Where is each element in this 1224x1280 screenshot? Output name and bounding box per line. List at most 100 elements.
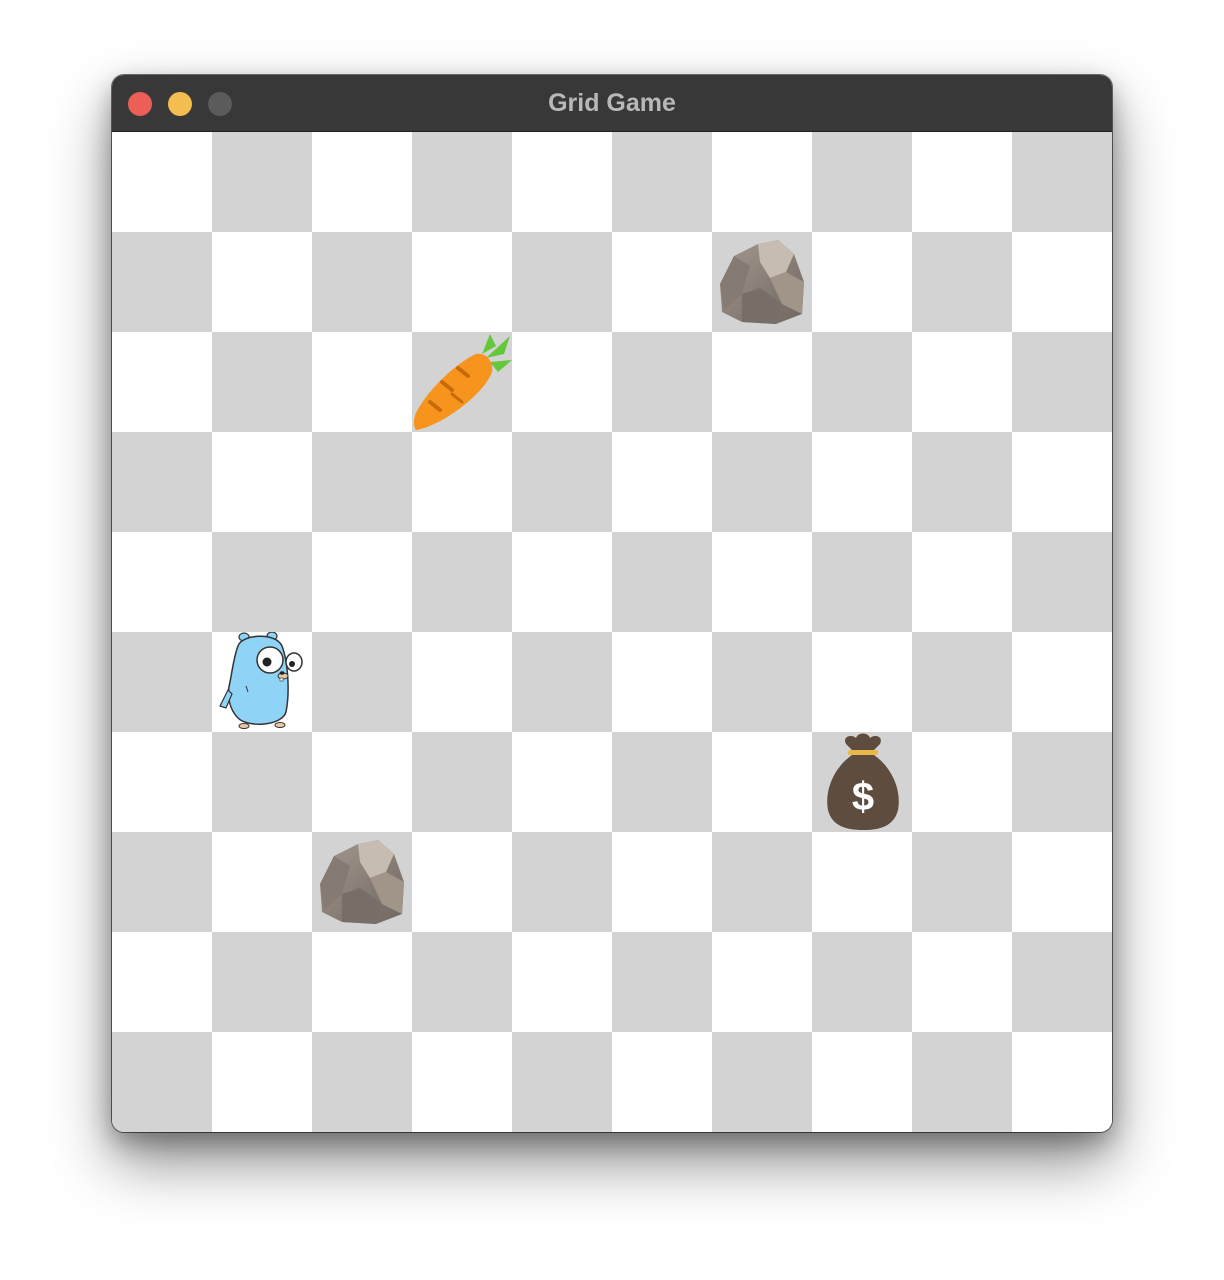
grid-cell[interactable] <box>612 732 712 832</box>
grid-cell[interactable] <box>112 432 212 532</box>
grid-cell[interactable] <box>612 1032 712 1132</box>
grid-cell[interactable] <box>912 432 1012 532</box>
grid-cell[interactable] <box>1012 632 1112 732</box>
grid-cell[interactable] <box>712 732 812 832</box>
grid-cell[interactable] <box>612 932 712 1032</box>
grid-cell[interactable] <box>312 932 412 1032</box>
grid-cell[interactable] <box>512 832 612 932</box>
grid-cell[interactable] <box>912 632 1012 732</box>
grid-cell[interactable] <box>912 1032 1012 1132</box>
grid-cell[interactable] <box>212 432 312 532</box>
grid-cell[interactable] <box>712 432 812 532</box>
grid-cell[interactable] <box>812 432 912 532</box>
grid-cell[interactable] <box>812 332 912 432</box>
grid-cell[interactable] <box>412 432 512 532</box>
grid-cell[interactable] <box>512 132 612 232</box>
grid-cell[interactable] <box>412 632 512 732</box>
grid-cell[interactable] <box>1012 732 1112 832</box>
grid-cell[interactable] <box>112 332 212 432</box>
grid-cell[interactable] <box>212 132 312 232</box>
grid-cell[interactable] <box>412 232 512 332</box>
grid-cell[interactable] <box>312 332 412 432</box>
grid-cell[interactable] <box>312 532 412 632</box>
grid-cell[interactable] <box>112 232 212 332</box>
grid-cell[interactable] <box>512 432 612 532</box>
grid-cell[interactable] <box>212 332 312 432</box>
grid-cell[interactable] <box>912 532 1012 632</box>
grid-cell[interactable] <box>1012 432 1112 532</box>
grid-cell[interactable] <box>412 532 512 632</box>
grid-cell[interactable] <box>412 932 512 1032</box>
grid-cell[interactable] <box>812 632 912 732</box>
grid-cell[interactable] <box>712 132 812 232</box>
grid-cell[interactable] <box>812 932 912 1032</box>
title-bar[interactable]: Grid Game <box>112 75 1112 132</box>
grid-cell[interactable] <box>212 532 312 632</box>
grid-cell[interactable] <box>712 832 812 932</box>
grid-cell[interactable] <box>612 132 712 232</box>
grid-cell[interactable] <box>112 832 212 932</box>
grid-cell[interactable] <box>412 132 512 232</box>
gopher-icon <box>212 632 312 732</box>
grid-cell[interactable] <box>712 532 812 632</box>
grid-cell[interactable] <box>412 832 512 932</box>
grid-cell[interactable] <box>512 632 612 732</box>
grid-cell[interactable] <box>312 1032 412 1132</box>
grid-cell[interactable] <box>412 732 512 832</box>
grid-cell[interactable] <box>212 732 312 832</box>
grid-cell[interactable] <box>312 732 412 832</box>
grid-cell[interactable] <box>112 632 212 732</box>
grid-cell[interactable] <box>1012 932 1112 1032</box>
grid-cell[interactable] <box>212 932 312 1032</box>
grid-cell[interactable] <box>612 232 712 332</box>
grid-cell[interactable] <box>912 232 1012 332</box>
grid-cell[interactable] <box>112 1032 212 1132</box>
grid-cell[interactable] <box>312 632 412 732</box>
grid-cell[interactable] <box>212 232 312 332</box>
grid-cell[interactable] <box>512 1032 612 1132</box>
grid-cell[interactable] <box>912 832 1012 932</box>
grid-cell[interactable] <box>712 1032 812 1132</box>
grid-cell[interactable] <box>612 332 712 432</box>
grid-cell[interactable] <box>212 832 312 932</box>
game-window: Grid Game $ <box>112 75 1112 1132</box>
game-board[interactable]: $ <box>112 132 1112 1132</box>
grid-cell[interactable] <box>512 932 612 1032</box>
money-bag-icon: $ <box>812 732 912 832</box>
grid-cell[interactable] <box>112 732 212 832</box>
grid-cell[interactable] <box>1012 332 1112 432</box>
grid-cell[interactable] <box>912 332 1012 432</box>
grid-cell[interactable] <box>812 232 912 332</box>
grid-cell[interactable] <box>912 732 1012 832</box>
grid-cell[interactable] <box>312 132 412 232</box>
grid-cell[interactable] <box>312 432 412 532</box>
grid-cell[interactable] <box>712 932 812 1032</box>
grid-cell[interactable] <box>712 632 812 732</box>
grid-cell[interactable] <box>212 1032 312 1132</box>
grid-cell[interactable] <box>1012 832 1112 932</box>
grid-cell[interactable] <box>1012 532 1112 632</box>
grid-cell[interactable] <box>612 832 712 932</box>
grid-cell[interactable] <box>312 232 412 332</box>
grid-cell[interactable] <box>1012 132 1112 232</box>
grid-cell[interactable] <box>1012 1032 1112 1132</box>
grid-cell[interactable] <box>512 232 612 332</box>
grid-cell[interactable] <box>512 532 612 632</box>
grid-cell[interactable] <box>512 332 612 432</box>
grid-cell[interactable] <box>812 132 912 232</box>
grid-cell[interactable] <box>612 432 712 532</box>
grid-cell[interactable] <box>112 932 212 1032</box>
grid-cell[interactable] <box>112 132 212 232</box>
grid-cell[interactable] <box>712 332 812 432</box>
grid-cell[interactable] <box>912 932 1012 1032</box>
grid-cell[interactable] <box>812 832 912 932</box>
grid-cell[interactable] <box>612 532 712 632</box>
grid-cell[interactable] <box>112 532 212 632</box>
grid-cell[interactable] <box>812 532 912 632</box>
grid-cell[interactable] <box>412 1032 512 1132</box>
grid-cell[interactable] <box>512 732 612 832</box>
grid-cell[interactable] <box>1012 232 1112 332</box>
grid-cell[interactable] <box>912 132 1012 232</box>
grid-cell[interactable] <box>612 632 712 732</box>
grid-cell[interactable] <box>812 1032 912 1132</box>
